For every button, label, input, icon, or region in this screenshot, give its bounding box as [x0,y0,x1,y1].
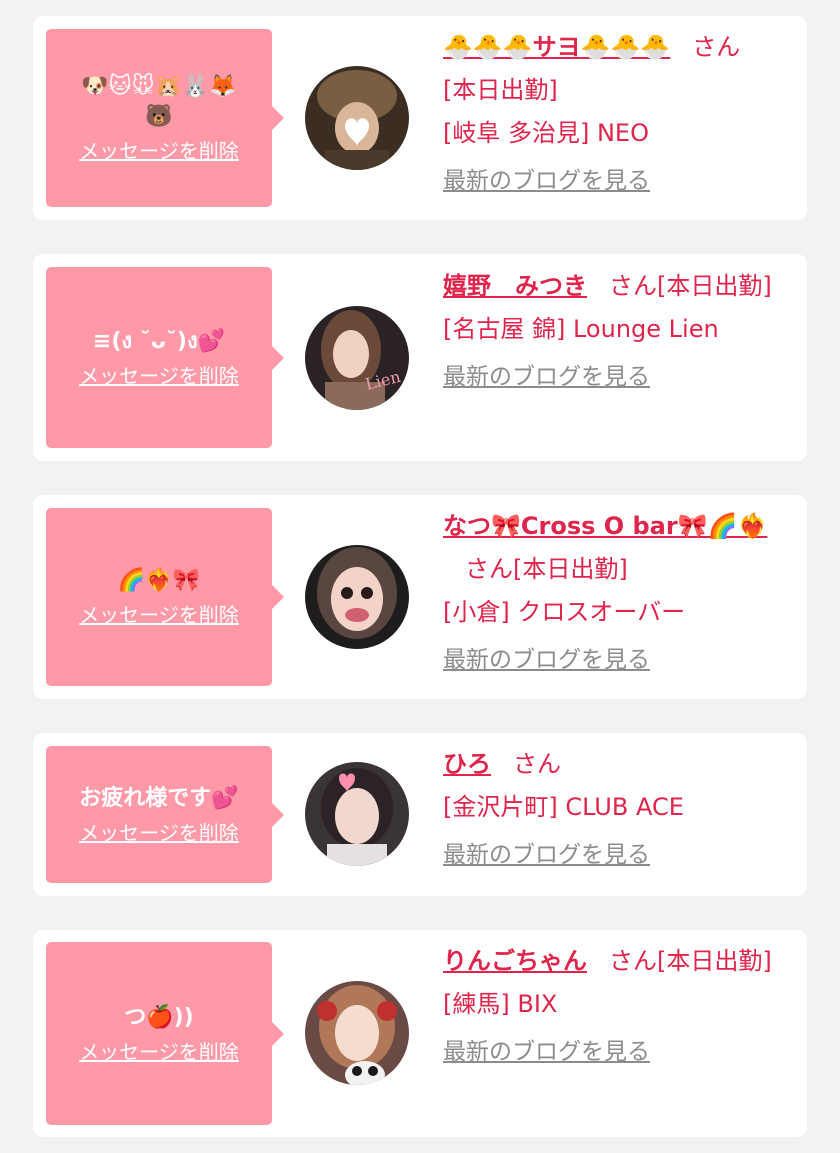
cast-card: 🐶🐱🐭🐹🐰🦊🐻 メッセージを削除 🐣🐣🐣サヨ🐣🐣🐣 さん [本日出勤] [岐阜 多… [33,16,807,220]
cast-name-link[interactable]: りんごちゃん [443,947,587,975]
delete-message-link[interactable]: メッセージを削除 [79,1039,239,1065]
view-blog-link[interactable]: 最新のブログを見る [443,361,793,393]
cast-avatar[interactable] [305,981,409,1085]
cast-avatar[interactable]: Lien [305,306,409,410]
cast-name-line: 🐣🐣🐣サヨ🐣🐣🐣 さん [443,26,793,69]
cast-name-line: なつ🎀Cross O bar🎀🌈❤️‍🔥 さん[本日出勤] [443,505,793,591]
cast-avatar[interactable] [305,66,409,170]
shop-label: [小倉] クロスオーバー [443,598,686,626]
view-blog-link[interactable]: 最新のブログを見る [443,839,793,871]
delete-message-link[interactable]: メッセージを削除 [79,138,239,164]
shop-label: [名古屋 錦] Lounge Lien [443,315,719,343]
delete-message-link[interactable]: メッセージを削除 [79,602,239,628]
view-blog-link[interactable]: 最新のブログを見る [443,165,793,197]
message-text: 🌈❤️‍🔥🎀 [117,568,201,593]
delete-message-link[interactable]: メッセージを削除 [79,363,239,389]
view-blog-link[interactable]: 最新のブログを見る [443,644,793,676]
cast-name-line: りんごちゃん さん[本日出勤] [443,940,793,983]
on-duty-label: [本日出勤] [657,947,772,975]
honorific-label: さん [465,555,513,583]
view-blog-link[interactable]: 最新のブログを見る [443,1036,793,1068]
on-duty-label: [本日出勤] [443,76,558,104]
message-bubble: お疲れ様です💕 メッセージを削除 [46,746,284,883]
cast-info: なつ🎀Cross O bar🎀🌈❤️‍🔥 さん[本日出勤] [小倉] クロスオーバ… [443,505,793,676]
cast-info: ひろ さん [金沢片町] CLUB ACE 最新のブログを見る [443,743,793,871]
cast-card: ≡(ง ˘ᴗ˘)ง💕 メッセージを削除 Lien 嬉野 みつき さん[本日出勤] … [33,254,807,461]
on-duty-label: [本日出勤] [513,555,628,583]
shop-label: [岐阜 多治見] NEO [443,119,649,147]
message-text: お疲れ様です💕 [79,785,239,811]
favorite-cast-list: 🐶🐱🐭🐹🐰🦊🐻 メッセージを削除 🐣🐣🐣サヨ🐣🐣🐣 さん [本日出勤] [岐阜 多… [0,0,840,1153]
cast-name-link[interactable]: ひろ [443,750,491,778]
cast-avatar[interactable] [305,762,409,866]
shop-label: [金沢片町] CLUB ACE [443,793,684,821]
avatar-photo-icon: Lien [305,306,409,410]
cast-card: つ🍎)) メッセージを削除 りんごちゃん さん[本日出勤] [練馬] BIX 最新… [33,930,807,1137]
cast-card: お疲れ様です💕 メッセージを削除 ひろ さん [金沢片町] CLUB ACE 最新… [33,733,807,896]
avatar-photo-icon [305,66,409,170]
avatar-photo-icon [305,545,409,649]
cast-avatar[interactable] [305,545,409,649]
honorific-label: さん [513,750,561,778]
honorific-label: さん [609,272,657,300]
cast-name-link[interactable]: 嬉野 みつき [443,272,587,300]
honorific-label: さん [609,947,657,975]
message-bubble: つ🍎)) メッセージを削除 [46,942,284,1125]
message-bubble: 🌈❤️‍🔥🎀 メッセージを削除 [46,508,284,686]
avatar-photo-icon [305,762,409,866]
cast-name-link[interactable]: なつ🎀Cross O bar🎀🌈❤️‍🔥 [443,512,767,540]
message-text: ≡(ง ˘ᴗ˘)ง💕 [92,328,226,354]
cast-name-line: ひろ さん [443,743,793,786]
message-text: つ🍎)) [124,1004,194,1030]
cast-info: 🐣🐣🐣サヨ🐣🐣🐣 さん [本日出勤] [岐阜 多治見] NEO 最新のブログを見る [443,26,793,197]
delete-message-link[interactable]: メッセージを削除 [79,820,239,846]
avatar-photo-icon [305,981,409,1085]
message-bubble: 🐶🐱🐭🐹🐰🦊🐻 メッセージを削除 [46,29,284,207]
cast-card: 🌈❤️‍🔥🎀 メッセージを削除 なつ🎀Cross O bar🎀🌈❤️‍🔥 さん[本… [33,495,807,699]
cast-name-link[interactable]: 🐣🐣🐣サヨ🐣🐣🐣 [443,33,670,61]
on-duty-label: [本日出勤] [657,272,772,300]
message-bubble: ≡(ง ˘ᴗ˘)ง💕 メッセージを削除 [46,267,284,448]
cast-info: 嬉野 みつき さん[本日出勤] [名古屋 錦] Lounge Lien 最新のブロ… [443,265,793,393]
message-text: 🐶🐱🐭🐹🐰🦊🐻 [81,74,237,129]
cast-name-line: 嬉野 みつき さん[本日出勤] [443,265,793,308]
shop-label: [練馬] BIX [443,990,558,1018]
cast-info: りんごちゃん さん[本日出勤] [練馬] BIX 最新のブログを見る [443,940,793,1068]
honorific-label: さん [692,33,741,61]
